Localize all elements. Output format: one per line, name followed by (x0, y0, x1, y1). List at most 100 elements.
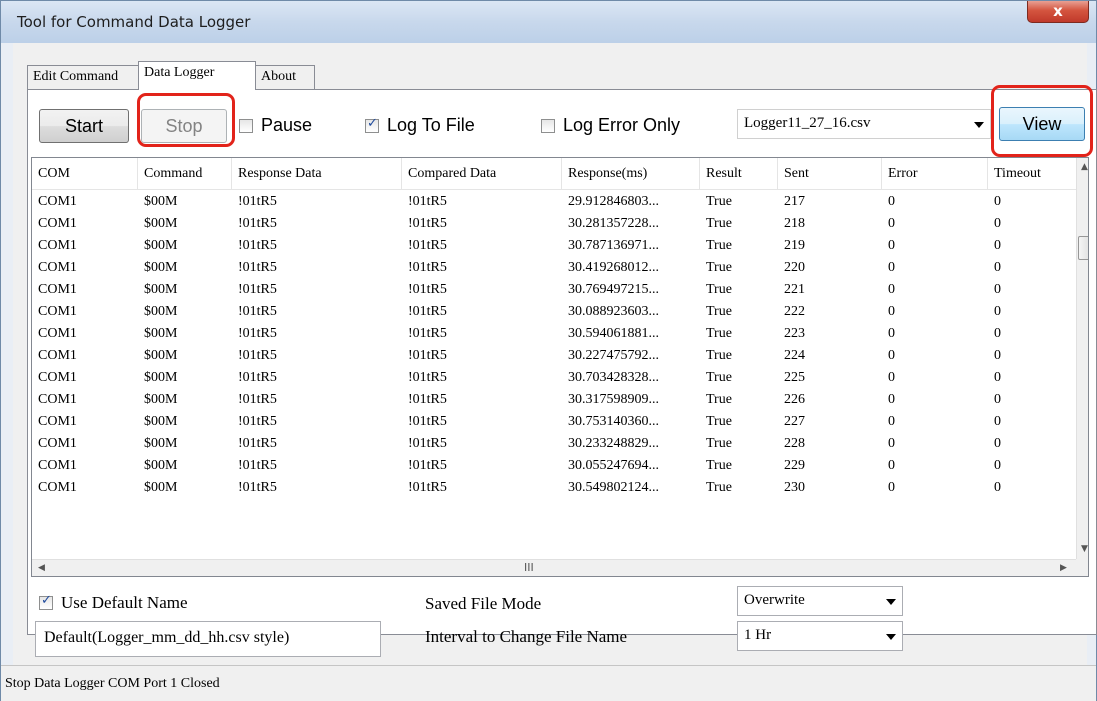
column-header-response-ms[interactable]: Response(ms) (562, 158, 700, 190)
saved-file-mode-label: Saved File Mode (425, 594, 542, 613)
cell-sent: 224 (784, 348, 805, 363)
log-file-select[interactable]: Logger11_27_16.csv (737, 109, 991, 139)
cell-compared-data: !01tR5 (408, 326, 447, 341)
title-bar[interactable]: Tool for Command Data Logger x (1, 1, 1096, 43)
stop-highlight-ring (137, 93, 235, 147)
cell-response-ms: 30.055247694... (568, 458, 659, 473)
table-row[interactable]: COM1 $00M !01tR5 !01tR5 30.769497215... True 2… (32, 279, 1076, 301)
cell-response-ms: 30.233248829... (568, 436, 659, 451)
cell-error: 0 (888, 436, 895, 451)
log-error-only-label: Log Error Only (563, 115, 681, 135)
column-header-error[interactable]: Error (882, 158, 988, 190)
cell-response-data: !01tR5 (238, 414, 277, 429)
cell-com: COM1 (38, 260, 77, 275)
table-row[interactable]: COM1 $00M !01tR5 !01tR5 30.281357228... True 2… (32, 213, 1076, 235)
cell-timeout: 0 (994, 436, 1001, 451)
column-header-compared-data[interactable]: Compared Data (402, 158, 562, 190)
column-header-command[interactable]: Command (138, 158, 232, 190)
use-default-name-checkbox[interactable]: Use Default Name (39, 593, 188, 613)
interval-select[interactable]: 1 Hr (737, 621, 903, 651)
cell-error: 0 (888, 260, 895, 275)
tab-about[interactable]: About (255, 65, 315, 89)
log-to-file-checkbox[interactable]: Log To File (365, 115, 475, 136)
column-header-com[interactable]: COM (32, 158, 138, 190)
pause-checkbox[interactable]: Pause (239, 115, 312, 136)
default-name-field[interactable]: Default(Logger_mm_dd_hh.csv style) (35, 621, 381, 657)
cell-response-ms: 30.769497215... (568, 282, 659, 297)
cell-error: 0 (888, 480, 895, 495)
cell-error: 0 (888, 458, 895, 473)
table-row[interactable]: COM1 $00M !01tR5 !01tR5 30.088923603... True 2… (32, 301, 1076, 323)
table-row[interactable]: COM1 $00M !01tR5 !01tR5 30.055247694... True 2… (32, 455, 1076, 477)
cell-result: True (706, 260, 732, 275)
table-row[interactable]: COM1 $00M !01tR5 !01tR5 29.912846803... True 2… (32, 191, 1076, 213)
cell-sent: 217 (784, 194, 805, 209)
scroll-thumb[interactable] (1078, 236, 1088, 260)
log-error-only-checkbox[interactable]: Log Error Only (541, 115, 680, 136)
cell-compared-data: !01tR5 (408, 238, 447, 253)
cell-command: $00M (144, 458, 178, 473)
table-row[interactable]: COM1 $00M !01tR5 !01tR5 30.787136971... True 2… (32, 235, 1076, 257)
cell-response-ms: 30.419268012... (568, 260, 659, 275)
start-button[interactable]: Start (39, 109, 129, 143)
scroll-down-icon[interactable]: ▼ (1081, 544, 1088, 554)
cell-compared-data: !01tR5 (408, 216, 447, 231)
pause-check-box[interactable] (239, 118, 253, 133)
logger-grid[interactable]: COM Command Response Data Compared Data … (31, 157, 1089, 577)
cell-response-data: !01tR5 (238, 348, 277, 363)
cell-com: COM1 (38, 194, 77, 209)
cell-result: True (706, 414, 732, 429)
table-row[interactable]: COM1 $00M !01tR5 !01tR5 30.233248829... True 2… (32, 433, 1076, 455)
table-row[interactable]: COM1 $00M !01tR5 !01tR5 30.227475792... True 2… (32, 345, 1076, 367)
log-to-file-check-box[interactable] (365, 116, 379, 133)
cell-timeout: 0 (994, 260, 1001, 275)
cell-response-data: !01tR5 (238, 260, 277, 275)
scroll-up-icon[interactable]: ▲ (1081, 162, 1088, 172)
scroll-grip-icon[interactable]: III (524, 561, 534, 574)
cell-error: 0 (888, 326, 895, 341)
cell-sent: 225 (784, 370, 805, 385)
cell-com: COM1 (38, 282, 77, 297)
horizontal-scrollbar[interactable]: ◀ III ▶ (32, 559, 1076, 576)
cell-error: 0 (888, 216, 895, 231)
cell-response-ms: 30.227475792... (568, 348, 659, 363)
table-row[interactable]: COM1 $00M !01tR5 !01tR5 30.594061881... True 2… (32, 323, 1076, 345)
saved-file-mode-select[interactable]: Overwrite (737, 586, 903, 616)
cell-timeout: 0 (994, 282, 1001, 297)
cell-response-ms: 30.281357228... (568, 216, 659, 231)
log-error-only-check-box[interactable] (541, 118, 555, 133)
column-header-result[interactable]: Result (700, 158, 778, 190)
cell-response-data: !01tR5 (238, 480, 277, 495)
column-header-response-data[interactable]: Response Data (232, 158, 402, 190)
scroll-right-icon[interactable]: ▶ (1060, 563, 1067, 573)
use-default-name-check-box[interactable] (39, 593, 53, 610)
cell-command: $00M (144, 480, 178, 495)
vertical-scrollbar[interactable]: ▲ ▼ (1076, 158, 1088, 559)
cell-timeout: 0 (994, 194, 1001, 209)
cell-response-ms: 30.594061881... (568, 326, 659, 341)
table-row[interactable]: COM1 $00M !01tR5 !01tR5 30.549802124... True 2… (32, 477, 1076, 499)
cell-compared-data: !01tR5 (408, 436, 447, 451)
column-header-sent[interactable]: Sent (778, 158, 882, 190)
cell-command: $00M (144, 216, 178, 231)
cell-com: COM1 (38, 238, 77, 253)
close-button[interactable]: x (1027, 1, 1089, 23)
cell-response-ms: 30.549802124... (568, 480, 659, 495)
cell-sent: 227 (784, 414, 805, 429)
scroll-left-icon[interactable]: ◀ (38, 563, 45, 573)
tab-edit-command[interactable]: Edit Command (27, 65, 139, 89)
cell-timeout: 0 (994, 238, 1001, 253)
cell-com: COM1 (38, 436, 77, 451)
table-row[interactable]: COM1 $00M !01tR5 !01tR5 30.317598909... True 2… (32, 389, 1076, 411)
cell-response-data: !01tR5 (238, 304, 277, 319)
cell-result: True (706, 216, 732, 231)
status-text: Stop Data Logger COM Port 1 Closed (5, 676, 220, 691)
cell-error: 0 (888, 282, 895, 297)
column-header-timeout[interactable]: Timeout (988, 158, 1076, 190)
scroll-corner (1076, 559, 1088, 576)
cell-command: $00M (144, 260, 178, 275)
table-row[interactable]: COM1 $00M !01tR5 !01tR5 30.753140360... True 2… (32, 411, 1076, 433)
table-row[interactable]: COM1 $00M !01tR5 !01tR5 30.703428328... True 2… (32, 367, 1076, 389)
tab-data-logger[interactable]: Data Logger (138, 61, 256, 90)
table-row[interactable]: COM1 $00M !01tR5 !01tR5 30.419268012... True 2… (32, 257, 1076, 279)
